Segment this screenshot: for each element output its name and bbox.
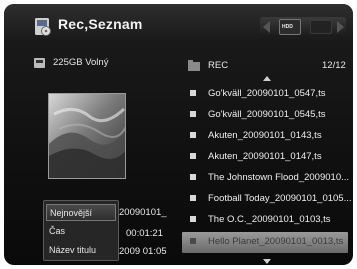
sort-option-newest[interactable]: Nejnovější [46,204,116,221]
file-list-item[interactable]: Go'kväll_20090101_0547,ts [182,84,348,105]
file-bullet-icon [190,174,196,180]
scroll-up-icon[interactable] [263,76,271,81]
hdd-chip-label: HDD [282,24,293,30]
file-name: Go'kväll_20090101_0547,ts [208,88,326,99]
sort-option-time[interactable]: Čas [46,223,116,240]
preview-image [49,94,125,178]
hdd-device-chip[interactable]: HDD [279,19,301,35]
file-name: Akuten_20090101_0143,ts [208,130,322,141]
file-name: Football Today_20090101_0105... [208,193,352,204]
file-bullet-icon [190,132,196,138]
hard-disk-icon [34,58,45,68]
file-name: The O.C._20090101_0103,ts [208,214,331,225]
preview-thumbnail [48,93,126,179]
sort-option-title[interactable]: Název titulu [46,242,116,259]
scroll-down-icon[interactable] [263,259,271,264]
file-list-item[interactable]: The O.C._20090101_0103,ts [182,210,348,231]
file-bullet-icon [190,111,196,117]
storage-free-label: 225GB Volný [53,57,109,68]
chevron-left-icon[interactable] [263,21,270,33]
file-name: Akuten_20090101_0147,ts [208,151,322,162]
preview-date: 20090101_ [119,207,167,218]
folder-name: REC [208,60,229,71]
file-name: The Johnstown Flood_2009010... [208,172,350,183]
file-bullet-icon [190,216,196,222]
file-list-item[interactable]: Akuten_20090101_0143,ts [182,126,348,147]
page-counter: 12/12 [322,60,346,71]
chevron-right-icon[interactable] [337,21,344,33]
page-title: Rec,Seznam [58,16,143,32]
file-name: Hello Planet_20090101_0013,ts [208,236,344,247]
file-bullet-icon [190,90,196,96]
file-list-item[interactable]: The Johnstown Flood_2009010... [182,168,350,189]
recording-list-screen: Rec,Seznam HDD 225GB Volný 20090101_ 00:… [4,4,353,265]
file-bullet-icon [190,153,196,159]
sort-menu: Nejnovější Čas Název titulu [43,200,119,261]
header-bar: Rec,Seznam HDD [4,4,353,44]
file-list-item[interactable]: Akuten_20090101_0147,ts [182,147,348,168]
file-list-item-selected[interactable]: Hello Planet_20090101_0013,ts [182,232,348,253]
recording-list-icon [35,18,51,36]
file-list-item[interactable]: Go'kväll_20090101_0545,ts [182,105,348,126]
preview-duration: 00:01:21 [126,228,163,239]
file-name: Go'kväll_20090101_0545,ts [208,109,326,120]
preview-datetime: 2009 01:05 [119,246,167,257]
file-list-item[interactable]: Football Today_20090101_0105... [182,189,352,210]
file-bullet-icon [190,195,196,201]
device-switcher[interactable]: HDD [260,17,346,37]
file-bullet-icon [190,238,196,244]
disc-device-chip[interactable] [310,20,332,34]
folder-icon [188,60,200,71]
